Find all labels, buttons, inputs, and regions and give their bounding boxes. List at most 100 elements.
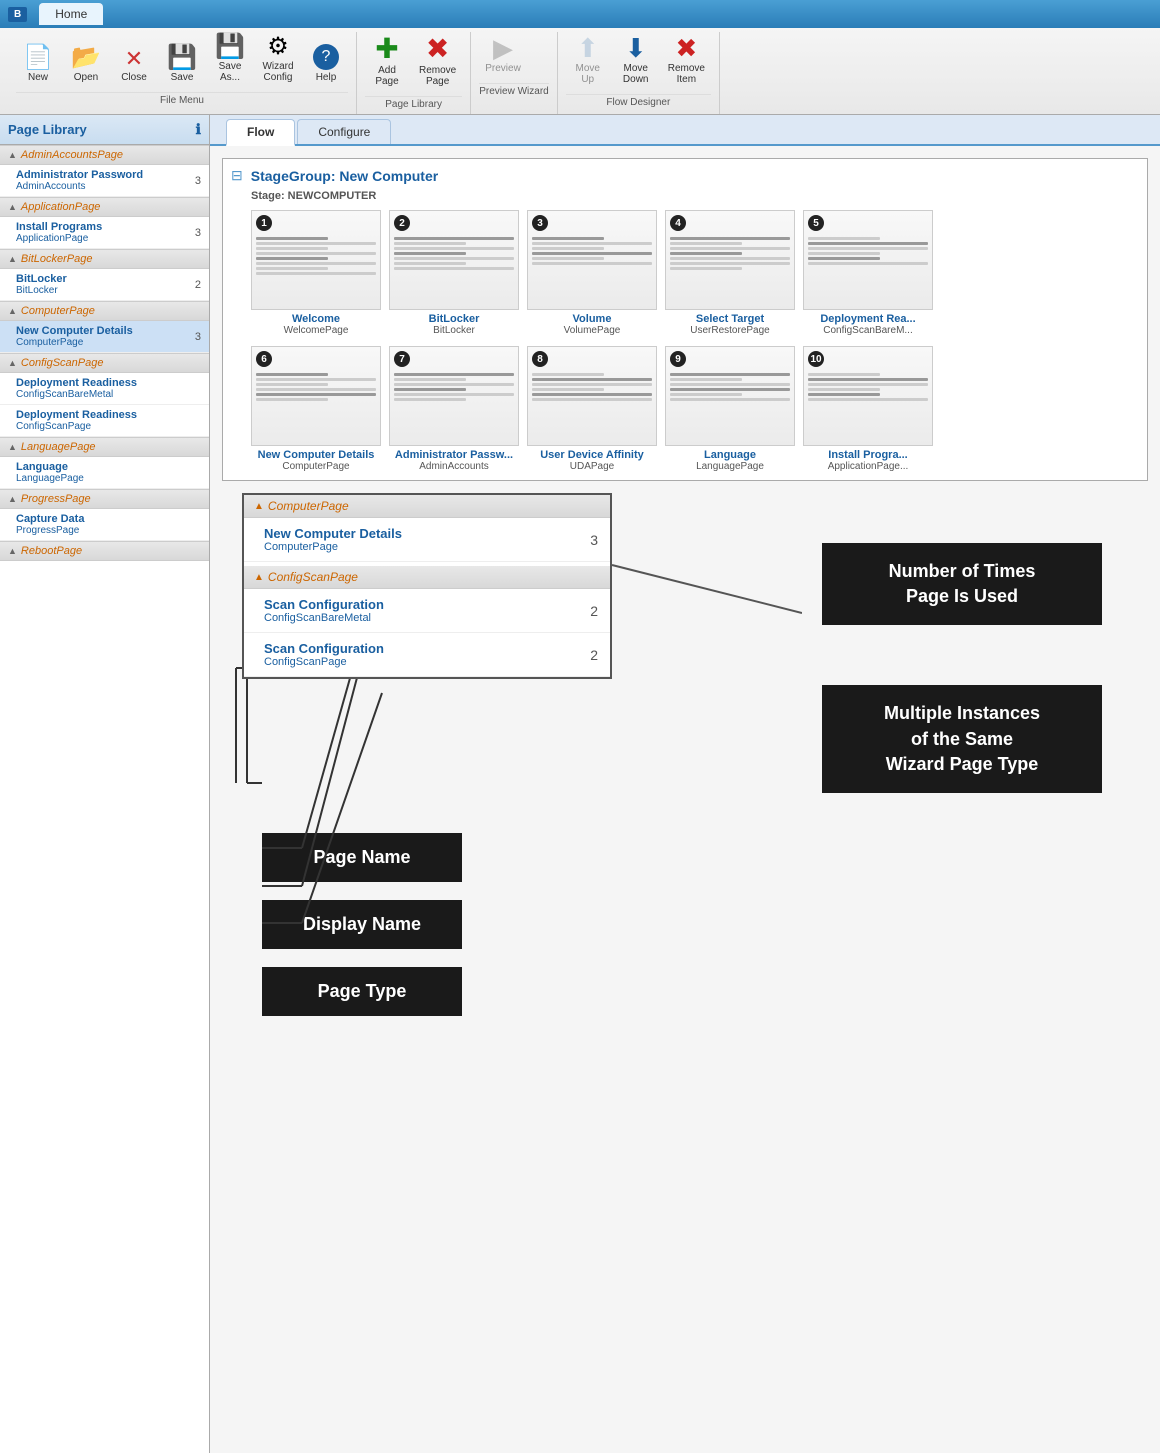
move-up-button[interactable]: ⬆ MoveUp (566, 32, 610, 88)
page-name-9: Language (704, 449, 756, 461)
remove-page-button[interactable]: ✖ RemovePage (413, 32, 462, 90)
zoom-item-name: Scan Configuration (264, 597, 600, 612)
annotation-boxes: Page Name Display Name Page Type (262, 833, 462, 1016)
item-type: AdminAccounts (16, 181, 201, 192)
add-page-button[interactable]: ✚ AddPage (365, 32, 409, 90)
flow-designer-buttons: ⬆ MoveUp ⬇ MoveDown ✖ RemoveItem (566, 32, 711, 92)
caret-icon: ▲ (8, 358, 17, 368)
page-thumb-9[interactable]: 9 Language (665, 346, 795, 472)
page-library-buttons: ✚ AddPage ✖ RemovePage (365, 32, 462, 94)
page-thumb-2[interactable]: 2 (389, 210, 519, 336)
sidebar-group-ProgressPage[interactable]: ▲ ProgressPage (0, 489, 209, 509)
page-name-6: New Computer Details (258, 449, 375, 461)
tab-configure[interactable]: Configure (297, 119, 391, 144)
sidebar-item-admin-password[interactable]: Administrator Password AdminAccounts 3 (0, 165, 209, 197)
page-thumb-10[interactable]: 10 Install P (803, 346, 933, 472)
add-page-icon: ✚ (375, 35, 398, 63)
page-thumb-7[interactable]: 7 Administra (389, 346, 519, 472)
home-tab[interactable]: Home (39, 3, 103, 25)
item-name: New Computer Details (16, 325, 201, 337)
caret-icon: ▲ (8, 494, 17, 504)
sidebar-group-RebootPage[interactable]: ▲ RebootPage (0, 541, 209, 561)
open-button[interactable]: 📂 Open (64, 43, 108, 86)
page-type-3: VolumePage (564, 325, 621, 336)
preview-group-label: Preview Wizard (479, 83, 548, 101)
remove-item-button[interactable]: ✖ RemoveItem (662, 32, 711, 88)
item-type: LanguagePage (16, 473, 201, 484)
item-type: ComputerPage (16, 337, 201, 348)
sidebar-item-bitlocker[interactable]: BitLocker BitLocker 2 (0, 269, 209, 301)
close-button[interactable]: ✕ Close (112, 45, 156, 86)
sidebar-item-language[interactable]: Language LanguagePage (0, 457, 209, 489)
preview-buttons: ▶ Preview (479, 32, 548, 81)
annotation-page-name: Page Name (262, 833, 462, 882)
group-label: AdminAccountsPage (21, 149, 123, 161)
sidebar-item-new-computer-details[interactable]: New Computer Details ComputerPage 3 (0, 321, 209, 353)
item-name: Language (16, 461, 201, 473)
thumb-num-6: 6 (256, 351, 272, 367)
sidebar-item-install-programs[interactable]: Install Programs ApplicationPage 3 (0, 217, 209, 249)
page-thumb-8[interactable]: 8 User Devic (527, 346, 657, 472)
item-count: 2 (195, 279, 201, 291)
zoom-group-computer: ▲ ComputerPage (244, 495, 610, 518)
sidebar-item-deployment-readiness-2[interactable]: Deployment Readiness ConfigScanPage (0, 405, 209, 437)
stage-group-header: ⊟ StageGroup: New Computer (231, 167, 1139, 184)
group-label: ConfigScanPage (21, 357, 104, 369)
ribbon: 📄 New 📂 Open ✕ Close 💾 Save 💾 Save (0, 28, 1160, 115)
zoom-item-count: 3 (590, 532, 598, 548)
collapse-icon[interactable]: ⊟ (231, 167, 243, 184)
zoom-item-new-computer[interactable]: New Computer Details ComputerPage 3 (244, 518, 610, 562)
zoomed-panel: ▲ ComputerPage New Computer Details Comp… (242, 493, 612, 679)
new-button[interactable]: 📄 New (16, 43, 60, 86)
zoom-item-type: ConfigScanBareMetal (264, 612, 600, 624)
caret-icon: ▲ (8, 442, 17, 452)
caret-icon: ▲ (8, 150, 17, 160)
group-label: ProgressPage (21, 493, 91, 505)
item-type: BitLocker (16, 285, 201, 296)
page-thumb-4[interactable]: 4 (665, 210, 795, 336)
page-thumb-3[interactable]: 3 Volume (527, 210, 657, 336)
caret-icon: ▲ (8, 546, 17, 556)
zoom-item-scan-config-2[interactable]: Scan Configuration ConfigScanPage 2 (244, 633, 610, 677)
page-name-8: User Device Affinity (540, 449, 644, 461)
sidebar-header: Page Library ℹ (0, 115, 209, 145)
thumb-num-8: 8 (532, 351, 548, 367)
flow-designer-label: Flow Designer (566, 94, 711, 112)
thumb-img-9: 9 (665, 346, 795, 446)
sidebar-item-capture-data[interactable]: Capture Data ProgressPage (0, 509, 209, 541)
flow-area[interactable]: ⊟ StageGroup: New Computer Stage: NEWCOM… (210, 146, 1160, 1453)
page-thumb-5[interactable]: 5 Deployment (803, 210, 933, 336)
content-tabs: Flow Configure (210, 115, 1160, 146)
save-button[interactable]: 💾 Save (160, 43, 204, 86)
page-thumb-1[interactable]: 1 (251, 210, 381, 336)
page-thumb-6[interactable]: 6 New Comput (251, 346, 381, 472)
wizard-config-icon: ⚙ (267, 35, 289, 59)
page-type-2: BitLocker (433, 325, 475, 336)
page-name-5: Deployment Rea... (820, 313, 915, 325)
thumb-num-7: 7 (394, 351, 410, 367)
zoom-item-type: ConfigScanPage (264, 656, 600, 668)
help-button[interactable]: ? Help (304, 41, 348, 86)
thumb-img-8: 8 (527, 346, 657, 446)
page-type-7: AdminAccounts (419, 461, 488, 472)
sidebar-group-ComputerPage[interactable]: ▲ ComputerPage (0, 301, 209, 321)
caret-icon: ▲ (254, 572, 264, 583)
thumb-num-2: 2 (394, 215, 410, 231)
save-as-button[interactable]: 💾 SaveAs... (208, 32, 252, 86)
sidebar-group-ConfigScanPage[interactable]: ▲ ConfigScanPage (0, 353, 209, 373)
sidebar-item-deployment-readiness-1[interactable]: Deployment Readiness ConfigScanBareMetal (0, 373, 209, 405)
sidebar-group-BitLockerPage[interactable]: ▲ BitLockerPage (0, 249, 209, 269)
sidebar-group-AdminAccountsPage[interactable]: ▲ AdminAccountsPage (0, 145, 209, 165)
ribbon-groups: 📄 New 📂 Open ✕ Close 💾 Save 💾 Save (8, 32, 1152, 114)
tab-flow[interactable]: Flow (226, 119, 295, 146)
info-icon[interactable]: ℹ (196, 121, 201, 138)
thumb-num-4: 4 (670, 215, 686, 231)
wizard-config-button[interactable]: ⚙ WizardConfig (256, 32, 300, 86)
page-name-10: Install Progra... (828, 449, 907, 461)
move-down-button[interactable]: ⬇ MoveDown (614, 32, 658, 88)
sidebar-group-ApplicationPage[interactable]: ▲ ApplicationPage (0, 197, 209, 217)
preview-button[interactable]: ▶ Preview (479, 32, 527, 77)
sidebar-group-LanguagePage[interactable]: ▲ LanguagePage (0, 437, 209, 457)
zoom-item-scan-config-1[interactable]: Scan Configuration ConfigScanBareMetal 2 (244, 589, 610, 633)
stage-group-title: StageGroup: New Computer (251, 168, 438, 184)
